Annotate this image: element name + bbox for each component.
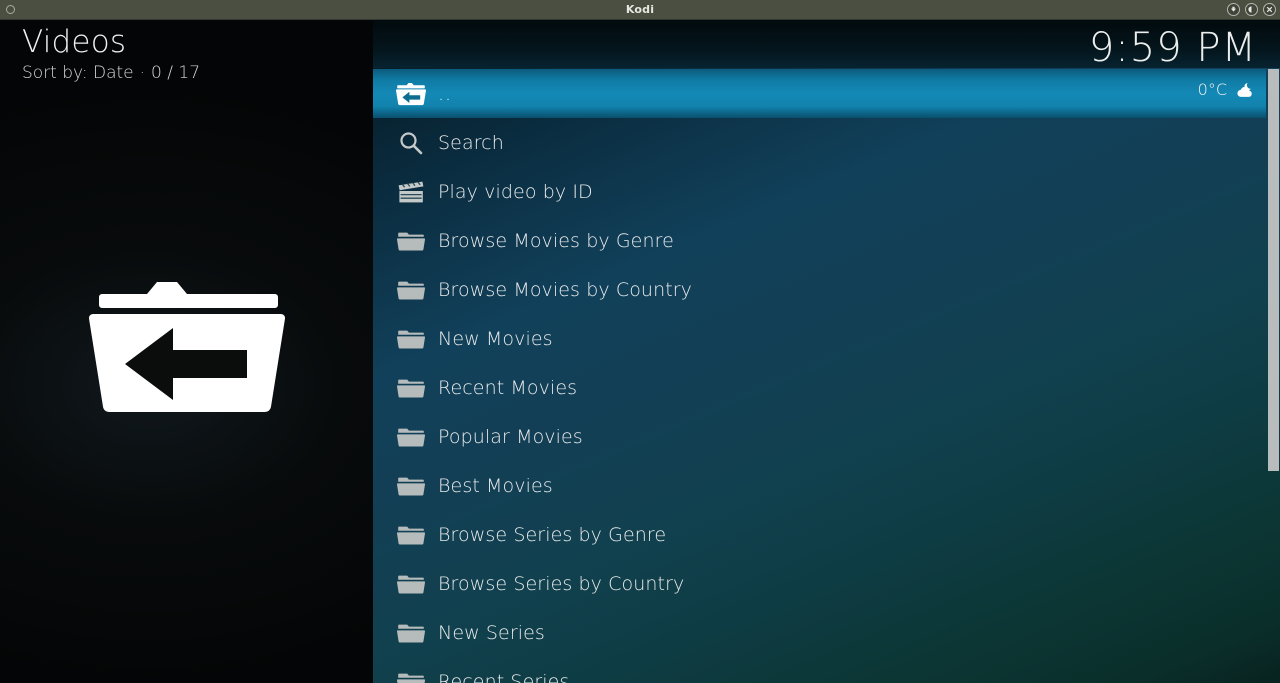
list-item-label: Search (438, 131, 504, 154)
list-item-label: Popular Movies (438, 425, 583, 448)
list-item-label: Recent Movies (438, 376, 578, 399)
list-item-label: Recent Series (438, 670, 570, 683)
parent-folder-icon (88, 281, 285, 412)
list-scrollbar-thumb[interactable] (1268, 69, 1279, 471)
sort-label[interactable]: Sort by: Date (22, 63, 134, 83)
folder-icon (391, 426, 431, 448)
list-scrollbar[interactable] (1266, 20, 1280, 683)
folder-icon (391, 524, 431, 546)
list-item-label: Browse Movies by Genre (438, 229, 674, 252)
list-item-label: Browse Series by Country (438, 572, 685, 595)
file-list-panel: 9:59 PM 0°C .. Search Play video by ID Brow… (373, 20, 1280, 683)
close-button[interactable] (1263, 3, 1276, 16)
folder-icon (397, 330, 425, 349)
left-preview-panel: Videos Sort by: Date · 0 / 17 (0, 20, 373, 683)
folder-icon (397, 575, 425, 594)
folder-icon (391, 622, 431, 644)
maximize-button[interactable] (1245, 3, 1258, 16)
list-item[interactable]: Popular Movies (373, 412, 1266, 461)
list-item[interactable]: Recent Series (373, 657, 1266, 683)
folder-icon (391, 328, 431, 350)
window-titlebar: Kodi (0, 0, 1280, 20)
window-title: Kodi (625, 2, 655, 16)
search-icon (400, 131, 423, 154)
folder-icon (397, 379, 425, 398)
parent-folder-icon (396, 82, 426, 105)
app-content: Videos Sort by: Date · 0 / 17 9:59 PM 0°C … (0, 20, 1280, 683)
clapperboard-icon (398, 180, 424, 202)
page-subtitle: Sort by: Date · 0 / 17 (22, 62, 362, 84)
list-item[interactable]: Browse Movies by Genre (373, 216, 1266, 265)
list-item[interactable]: .. (373, 69, 1266, 118)
list-item[interactable]: Browse Movies by Country (373, 265, 1266, 314)
folder-icon (391, 573, 431, 595)
maximize-icon (1248, 6, 1255, 13)
list-item[interactable]: Browse Series by Genre (373, 510, 1266, 559)
folder-icon (397, 526, 425, 545)
folder-icon (391, 671, 431, 683)
folder-icon (397, 428, 425, 447)
list-item-label: Browse Movies by Country (438, 278, 693, 301)
list-item[interactable]: Browse Series by Country (373, 559, 1266, 608)
window-controls (1227, 3, 1276, 16)
folder-icon (397, 232, 425, 251)
folder-icon (397, 477, 425, 496)
kodi-window: Kodi Videos Sort by: Date · 0 / 17 9:59 … (0, 0, 1280, 683)
folder-icon (391, 377, 431, 399)
weather-widget[interactable]: 0°C (1198, 80, 1257, 100)
subtitle-separator: · (139, 63, 146, 83)
kodi-logo-icon (6, 5, 15, 14)
folder-icon (391, 475, 431, 497)
list-item[interactable]: Best Movies (373, 461, 1266, 510)
left-panel-header: Videos Sort by: Date · 0 / 17 (22, 20, 362, 84)
list-item-label: Best Movies (438, 474, 553, 497)
list-item[interactable]: New Movies (373, 314, 1266, 363)
list-item[interactable]: New Series (373, 608, 1266, 657)
media-list: .. Search Play video by ID Browse Movies by… (373, 69, 1266, 683)
list-item[interactable]: Play video by ID (373, 167, 1266, 216)
folder-icon (397, 281, 425, 300)
list-item[interactable]: Recent Movies (373, 363, 1266, 412)
weather-temperature: 0°C (1197, 80, 1227, 99)
folder-icon (391, 230, 431, 252)
list-item-label: New Movies (438, 327, 553, 350)
list-item-label: Play video by ID (438, 180, 593, 203)
clapperboard-icon (391, 180, 431, 204)
folder-icon (397, 673, 425, 683)
page-title: Videos (22, 24, 127, 60)
close-icon (1266, 6, 1273, 13)
list-item-label: New Series (438, 621, 545, 644)
list-item[interactable]: Search (373, 118, 1266, 167)
clock: 9:59 PM (1088, 25, 1257, 71)
preview-icon-area (0, 20, 373, 683)
cloud-icon (1237, 82, 1252, 97)
search-icon (391, 130, 431, 156)
item-count: 0 / 17 (151, 63, 201, 83)
minimize-icon (1230, 6, 1237, 12)
folder-icon (391, 279, 431, 301)
parent-folder-icon (391, 82, 431, 106)
folder-icon (397, 624, 425, 643)
minimize-button[interactable] (1227, 3, 1240, 16)
list-item-label: Browse Series by Genre (438, 523, 667, 546)
list-item-label: .. (438, 82, 453, 105)
